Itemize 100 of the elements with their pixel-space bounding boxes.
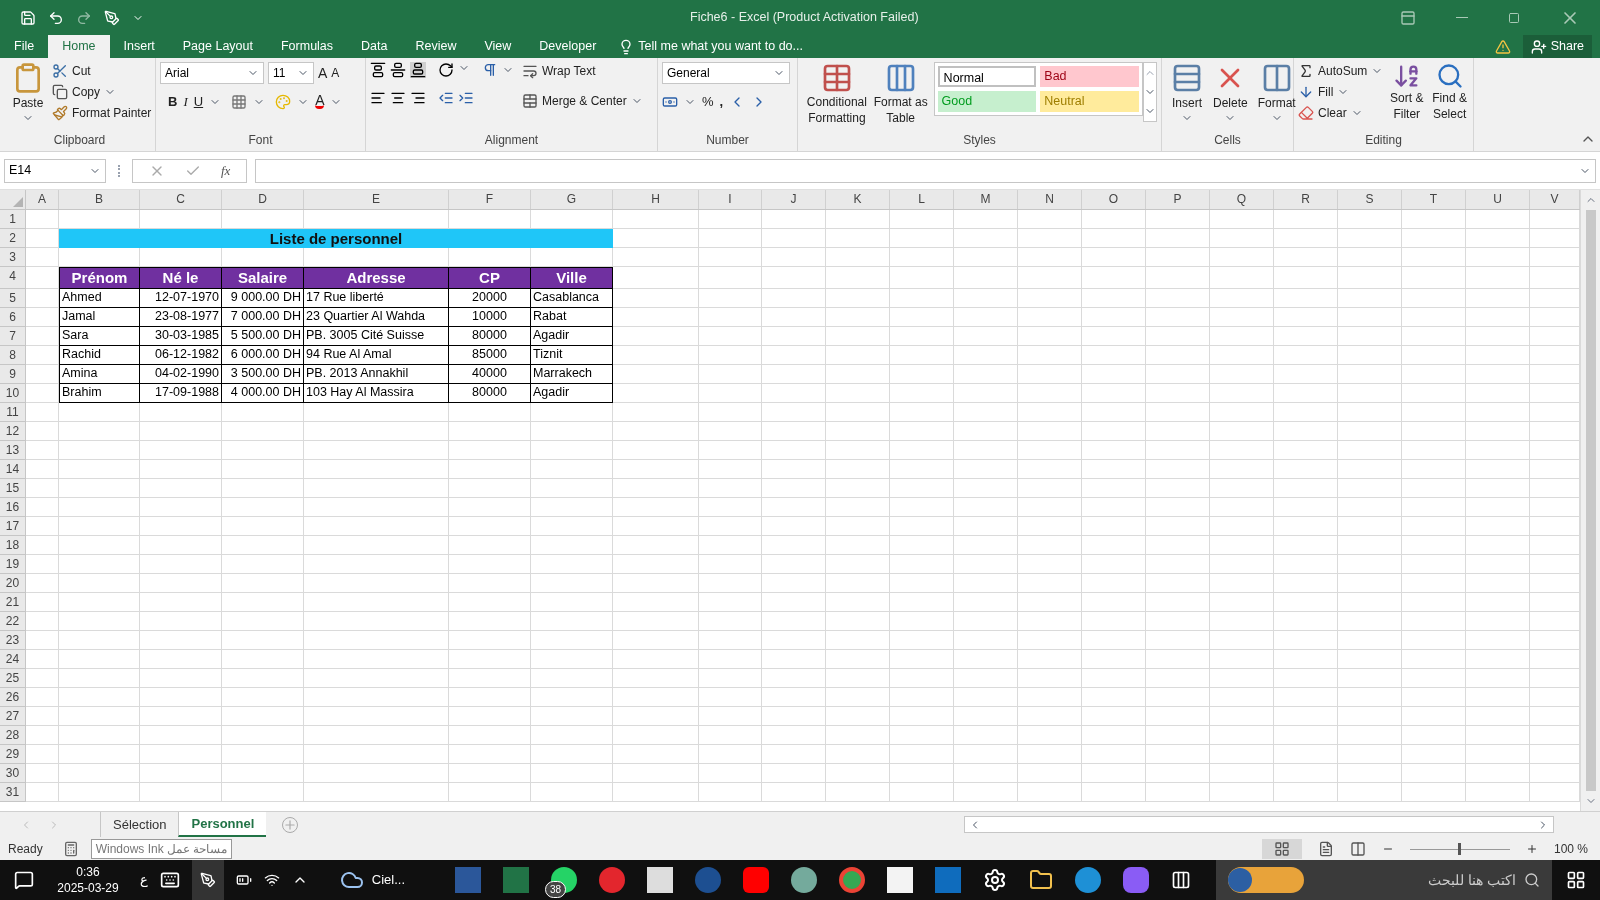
insert-button[interactable]: Insert	[1166, 62, 1208, 124]
column-header[interactable]: M	[954, 190, 1018, 209]
column-header[interactable]: O	[1082, 190, 1146, 209]
wrap-text-button[interactable]: Wrap Text	[522, 62, 643, 80]
tell-me-field[interactable]: Tell me what you want to do...	[638, 37, 803, 56]
language-indicator[interactable]: ع	[140, 870, 148, 890]
autosum-button[interactable]: AutoSum	[1298, 62, 1384, 80]
globe-app-icon[interactable]	[1075, 867, 1101, 893]
row-header[interactable]: 13	[0, 441, 26, 460]
row-header[interactable]: 15	[0, 479, 26, 498]
sort-filter-button[interactable]: Sort & Filter	[1387, 62, 1427, 122]
row-header[interactable]: 26	[0, 688, 26, 707]
shrink-font-button[interactable]: A	[331, 64, 340, 82]
clock-time[interactable]: 0:36	[76, 864, 100, 880]
swirl-app-icon[interactable]	[1123, 867, 1149, 893]
ribbon-tab[interactable]: Formulas	[266, 35, 348, 58]
column-header[interactable]: U	[1466, 190, 1530, 209]
ribbon-tab[interactable]: Data	[347, 35, 402, 58]
row-header[interactable]: 18	[0, 536, 26, 555]
delete-button[interactable]: Delete	[1208, 62, 1253, 124]
zoom-slider-track[interactable]	[1409, 842, 1510, 855]
row-header[interactable]: 1	[0, 210, 26, 229]
cell-style-swatch[interactable]: Normal	[937, 66, 1037, 87]
clock-date[interactable]: 2025-03-29	[57, 880, 119, 896]
ribbon-tab[interactable]: Page Layout	[168, 35, 267, 58]
row-header[interactable]: 20	[0, 574, 26, 593]
row-header[interactable]: 22	[0, 612, 26, 631]
format-button[interactable]: Format	[1252, 62, 1301, 124]
column-header[interactable]: H	[613, 190, 699, 209]
weather-text[interactable]: Ciel...	[371, 870, 405, 890]
ribbon-tab[interactable]: View	[470, 35, 526, 58]
row-header[interactable]: 8	[0, 346, 26, 365]
column-header[interactable]: L	[890, 190, 954, 209]
ribbon-tab[interactable]: Developer	[525, 35, 611, 58]
clear-button[interactable]: Clear	[1298, 104, 1384, 122]
row-header[interactable]: 3	[0, 248, 26, 267]
ribbon-tab[interactable]: Home	[48, 35, 110, 58]
column-header[interactable]: R	[1274, 190, 1338, 209]
column-header[interactable]: G	[531, 190, 613, 209]
row-header[interactable]: 12	[0, 422, 26, 441]
share-button[interactable]: Share	[1522, 35, 1592, 58]
ring-app-icon[interactable]	[599, 867, 625, 893]
row-header[interactable]: 9	[0, 365, 26, 384]
row-header[interactable]: 5	[0, 289, 26, 308]
merge-center-button[interactable]: Merge & Center	[522, 92, 643, 110]
search-field[interactable]: اكتب هنا للبحث	[1216, 860, 1552, 900]
row-header[interactable]: 29	[0, 745, 26, 764]
copy-button[interactable]: Copy	[52, 83, 152, 101]
formula-field[interactable]	[255, 158, 1596, 183]
vertical-scrollbar[interactable]	[1580, 190, 1600, 811]
row-header[interactable]: 6	[0, 308, 26, 327]
column-header[interactable]: J	[762, 190, 826, 209]
percent-button[interactable]: %	[702, 92, 714, 112]
format-painter-button[interactable]: Format Painter	[52, 104, 152, 122]
column-header[interactable]: S	[1338, 190, 1402, 209]
knot-app-icon[interactable]	[791, 867, 817, 893]
row-header[interactable]: 28	[0, 726, 26, 745]
ribbon-tab[interactable]: Review	[401, 35, 471, 58]
row-header[interactable]: 31	[0, 783, 26, 802]
font-color-button[interactable]: A	[315, 94, 325, 110]
row-header[interactable]: 4	[0, 267, 26, 289]
emblem-app-icon[interactable]	[695, 867, 721, 893]
format-as-table-button[interactable]: Format as Table	[871, 62, 930, 126]
column-header[interactable]: C	[140, 190, 222, 209]
font-name-field[interactable]: Arial	[160, 62, 264, 84]
row-header[interactable]: 17	[0, 517, 26, 536]
column-header[interactable]: A	[26, 190, 59, 209]
cut-button[interactable]: Cut	[52, 62, 152, 80]
conditional-formatting-button[interactable]: Conditional Formatting	[802, 62, 872, 126]
column-header[interactable]: I	[699, 190, 762, 209]
browser-app-icon[interactable]	[839, 867, 865, 893]
fill-button[interactable]: Fill	[1298, 83, 1384, 101]
cell-style-swatch[interactable]: Bad	[1040, 66, 1139, 87]
column-header[interactable]: P	[1146, 190, 1210, 209]
row-header[interactable]: 24	[0, 650, 26, 669]
column-header[interactable]: E	[304, 190, 449, 209]
insert-function-button[interactable]: fx	[221, 160, 231, 181]
paste-button[interactable]: Paste	[8, 62, 48, 124]
column-header[interactable]: Q	[1210, 190, 1274, 209]
zoom-slider-thumb[interactable]	[1458, 842, 1462, 855]
styles-scroll[interactable]	[1143, 62, 1157, 122]
column-header[interactable]: B	[59, 190, 140, 209]
column-header[interactable]: D	[222, 190, 304, 209]
row-header[interactable]: 7	[0, 327, 26, 346]
column-header[interactable]: F	[449, 190, 531, 209]
column-header[interactable]: K	[826, 190, 890, 209]
row-header[interactable]: 14	[0, 460, 26, 479]
bold-button[interactable]: B	[168, 92, 178, 112]
row-header[interactable]: 25	[0, 669, 26, 688]
horizontal-scrollbar[interactable]	[964, 816, 1555, 833]
row-header[interactable]: 23	[0, 631, 26, 650]
ribbon-tab[interactable]: File	[0, 35, 49, 58]
row-header[interactable]: 11	[0, 403, 26, 422]
ribbon-tab[interactable]: Insert	[109, 35, 169, 58]
play-app-icon[interactable]	[743, 867, 769, 893]
row-header[interactable]: 27	[0, 707, 26, 726]
row-header[interactable]: 19	[0, 555, 26, 574]
row-header[interactable]: 21	[0, 593, 26, 612]
column-header[interactable]: N	[1018, 190, 1082, 209]
row-header[interactable]: 30	[0, 764, 26, 783]
